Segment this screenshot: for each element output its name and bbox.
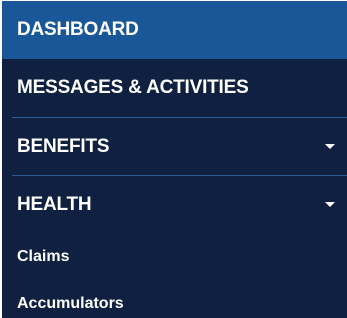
caret-down-icon[interactable] — [325, 144, 335, 149]
nav-item-messages-activities[interactable]: MESSAGES & ACTIVITIES — [2, 59, 347, 117]
nav-item-dashboard[interactable]: DASHBOARD — [2, 1, 347, 59]
subnav-item-label: Accumulators — [17, 294, 124, 312]
caret-down-icon[interactable] — [325, 202, 335, 207]
nav-item-label: DASHBOARD — [17, 19, 139, 40]
subnav-item-accumulators[interactable]: Accumulators — [2, 280, 347, 318]
nav-item-label: BENEFITS — [17, 135, 110, 157]
subnav-item-claims[interactable]: Claims — [2, 233, 347, 280]
nav-item-benefits[interactable]: BENEFITS — [2, 118, 347, 175]
subnav-item-label: Claims — [17, 247, 70, 265]
nav-item-health[interactable]: HEALTH — [2, 176, 347, 233]
nav-item-label: MESSAGES & ACTIVITIES — [17, 77, 249, 98]
nav-item-label: HEALTH — [17, 193, 92, 215]
side-navigation: DASHBOARD MESSAGES & ACTIVITIES BENEFITS… — [2, 1, 347, 318]
